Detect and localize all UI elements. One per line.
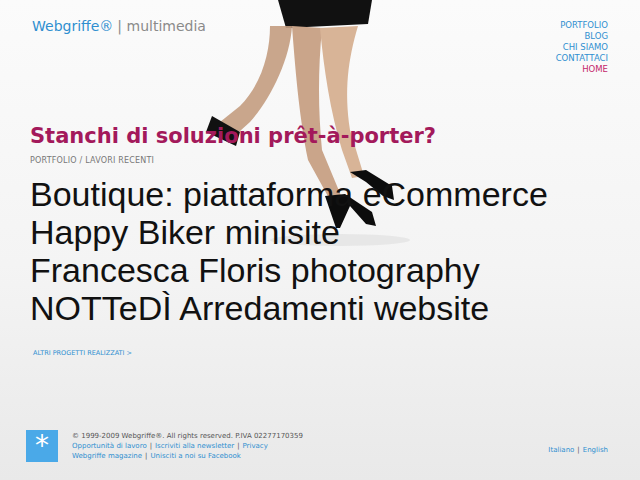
- language-link[interactable]: Italiano: [548, 446, 574, 454]
- separator: |: [237, 441, 239, 451]
- footer-link[interactable]: Unisciti a noi su Facebook: [150, 451, 240, 461]
- nav-item[interactable]: BLOG: [584, 31, 608, 42]
- separator: |: [577, 446, 579, 454]
- spacer: [30, 357, 608, 430]
- footer-link[interactable]: Opportunità di lavoro: [72, 441, 147, 451]
- logo[interactable]: Webgriffe®| multimedia: [32, 18, 206, 34]
- nav-item[interactable]: CHI SIAMO: [563, 42, 608, 53]
- separator: |: [150, 441, 152, 451]
- headline: Stanchi di soluzioni prêt-à-porter?: [30, 122, 608, 150]
- footer-link-row: Opportunità di lavoro|Iscriviti alla new…: [72, 441, 303, 451]
- language-link[interactable]: English: [583, 446, 608, 454]
- logo-sub: | multimedia: [117, 18, 206, 34]
- logo-brand[interactable]: Webgriffe®: [32, 18, 113, 34]
- nav-item[interactable]: CONTATTACI: [556, 53, 608, 64]
- project-link[interactable]: Happy Biker minisite: [30, 213, 608, 251]
- project-list: Boutique: piattaforma eCommerceHappy Bik…: [30, 175, 608, 327]
- nav-item[interactable]: PORTFOLIO: [560, 20, 608, 31]
- copyright: © 1999-2009 Webgriffe®. All rights reser…: [72, 431, 303, 441]
- project-link[interactable]: NOTTeDÌ Arredamenti website: [30, 289, 608, 327]
- separator: |: [145, 451, 147, 461]
- language-switch: Italiano| English: [548, 446, 608, 454]
- asterisk-icon: *: [26, 430, 58, 462]
- footer-link[interactable]: Privacy: [243, 441, 268, 451]
- footer-text: © 1999-2009 Webgriffe®. All rights reser…: [72, 431, 303, 461]
- footer-link[interactable]: Webgriffe magazine: [72, 451, 142, 461]
- footer-link-row: Webgriffe magazine|Unisciti a noi su Fac…: [72, 451, 303, 461]
- page: Webgriffe®| multimedia PORTFOLIOBLOGCHI S…: [0, 0, 640, 480]
- project-link[interactable]: Francesca Floris photography: [30, 251, 608, 289]
- footer-link[interactable]: Iscriviti alla newsletter: [155, 441, 234, 451]
- nav-item[interactable]: HOME: [582, 64, 608, 75]
- footer: *© 1999-2009 Webgriffe®. All rights rese…: [30, 430, 608, 462]
- breadcrumb: PORTFOLIO / LAVORI RECENTI: [30, 156, 608, 165]
- footer-left: *© 1999-2009 Webgriffe®. All rights rese…: [30, 430, 303, 462]
- more-projects-link[interactable]: ALTRI PROGETTI REALIZZATI >: [33, 349, 608, 357]
- main-nav: PORTFOLIOBLOGCHI SIAMOCONTATTACIHOME: [556, 20, 608, 75]
- header: Webgriffe®| multimedia PORTFOLIOBLOGCHI S…: [30, 18, 608, 122]
- project-link[interactable]: Boutique: piattaforma eCommerce: [30, 175, 608, 213]
